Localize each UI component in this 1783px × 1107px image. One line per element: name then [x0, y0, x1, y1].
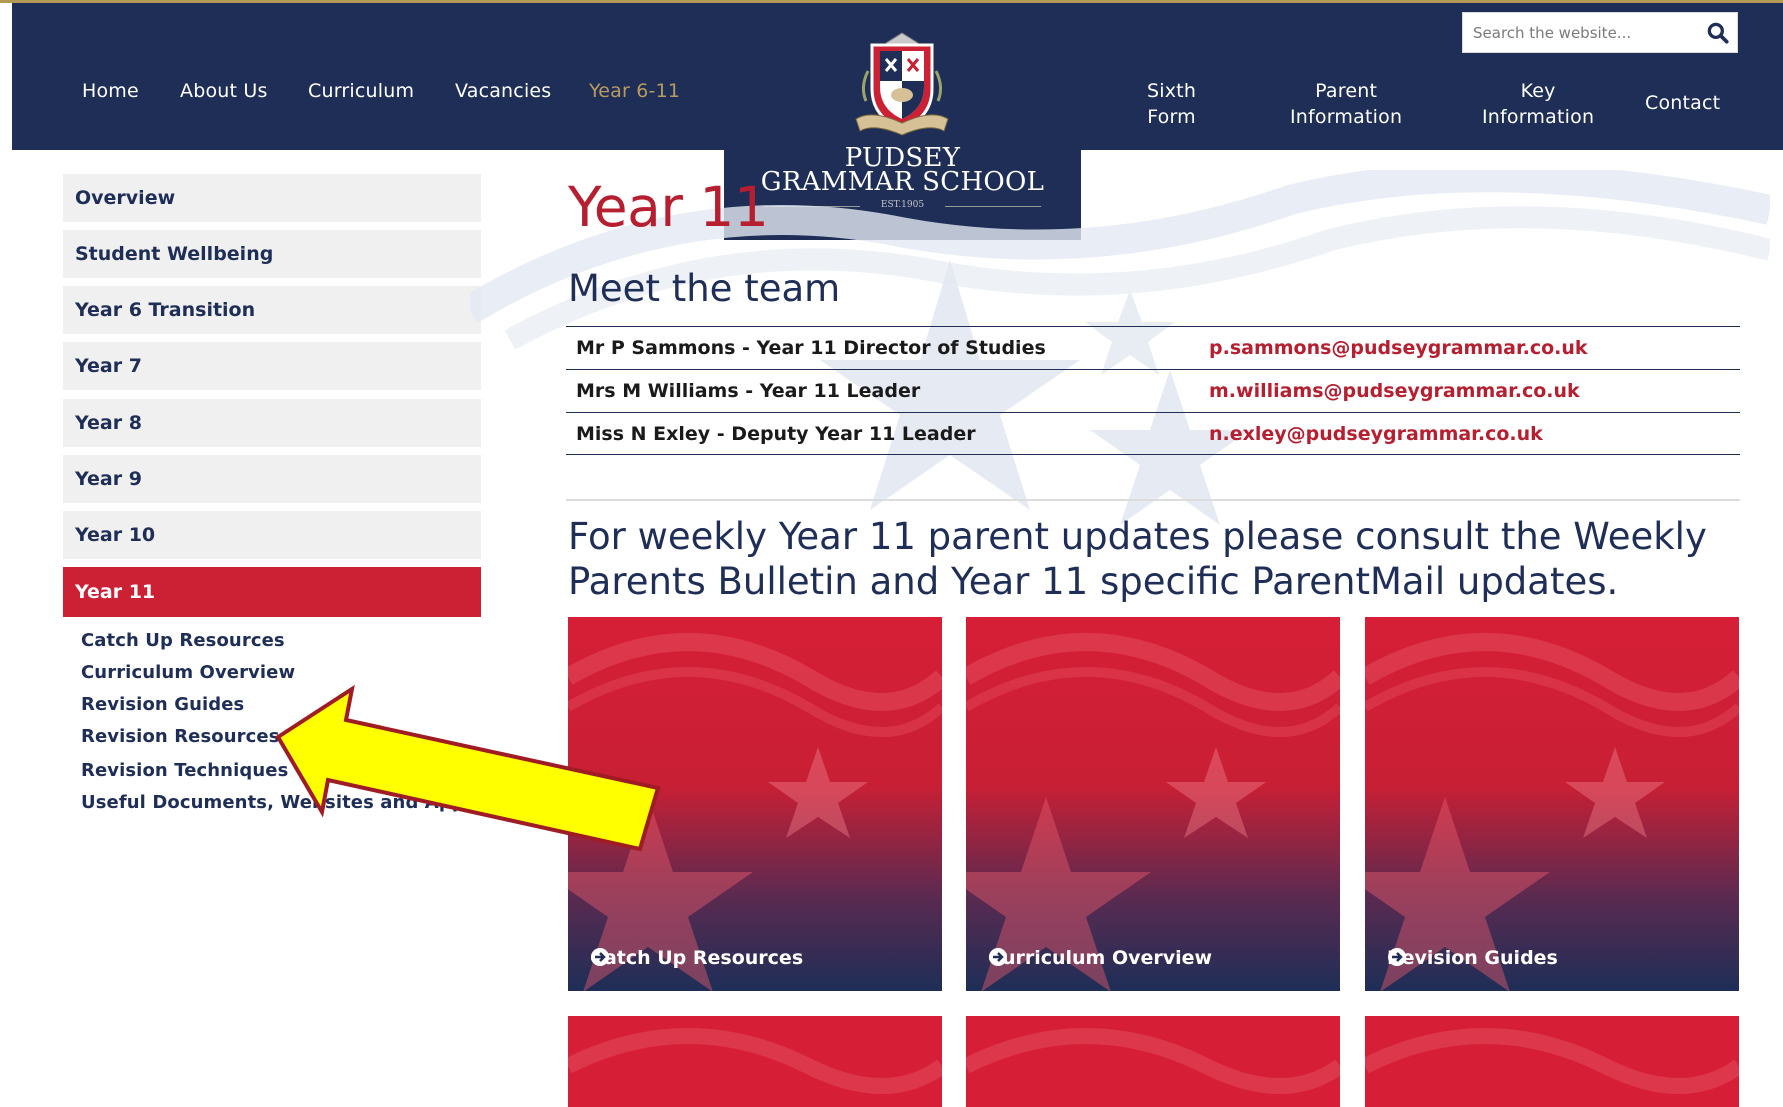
tile-label-text: Curriculum Overview — [988, 947, 1213, 969]
school-logo[interactable]: PUDSEY GRAMMAR SCHOOL EST.1905 — [724, 3, 1081, 240]
team-member-email-link[interactable]: p.sammons@pudseygrammar.co.uk — [1209, 337, 1588, 359]
tile-row2-3[interactable] — [1365, 1016, 1739, 1107]
sublink-revision-resources[interactable]: Revision Resources — [81, 726, 280, 747]
tile-label: Revision Guides — [1387, 947, 1558, 969]
sidebar-item-year-7[interactable]: Year 7 — [63, 342, 481, 390]
nav-key-information[interactable]: Key Information — [1482, 78, 1594, 130]
arrow-circle-right-icon — [989, 948, 1007, 966]
meet-the-team-heading: Meet the team — [568, 267, 841, 310]
tile-label-text: Catch Up Resources — [590, 947, 804, 969]
sublink-curriculum-overview[interactable]: Curriculum Overview — [81, 662, 295, 683]
tile-label-text: Revision Guides — [1387, 947, 1558, 969]
team-member-name: Mr P Sammons - Year 11 Director of Studi… — [576, 337, 1046, 359]
sidebar-item-overview[interactable]: Overview — [63, 174, 481, 222]
table-row: Mrs M Williams - Year 11 Leader m.willia… — [566, 369, 1740, 412]
tile-background — [966, 617, 1340, 991]
sublink-revision-techniques[interactable]: Revision Techniques — [81, 760, 288, 781]
arrow-circle-right-icon — [1388, 948, 1406, 966]
sidebar-item-year-8[interactable]: Year 8 — [63, 399, 481, 447]
arrow-circle-right-icon — [591, 948, 609, 966]
search-input[interactable] — [1473, 21, 1683, 45]
nav-parent-information-line1: Parent — [1315, 80, 1378, 102]
team-member-email-link[interactable]: n.exley@pudseygrammar.co.uk — [1209, 423, 1543, 445]
nav-sixth-form-line2: Form — [1147, 106, 1196, 128]
sublink-revision-guides[interactable]: Revision Guides — [81, 694, 244, 715]
sidebar-item-year-9[interactable]: Year 9 — [63, 455, 481, 503]
school-name-line2: GRAMMAR SCHOOL — [760, 167, 1045, 197]
page: { "header": { "nav_left": ["Home", "Abou… — [0, 0, 1783, 1107]
team-member-name: Mrs M Williams - Year 11 Leader — [576, 380, 921, 402]
tile-label: Catch Up Resources — [590, 947, 803, 969]
tile-background — [568, 1016, 942, 1107]
tile-background — [966, 1016, 1340, 1107]
nav-curriculum[interactable]: Curriculum — [308, 78, 414, 104]
crest-icon — [855, 32, 949, 136]
nav-key-information-line1: Key — [1520, 80, 1556, 102]
tile-revision-guides[interactable]: Revision Guides — [1365, 617, 1739, 991]
team-member-name: Miss N Exley - Deputy Year 11 Leader — [576, 423, 976, 445]
tile-catch-up-resources[interactable]: Catch Up Resources — [568, 617, 942, 991]
tile-background — [568, 617, 942, 991]
sidebar-item-student-wellbeing[interactable]: Student Wellbeing — [63, 230, 481, 278]
nav-year-6-11[interactable]: Year 6-11 — [589, 78, 680, 104]
nav-key-information-line2: Information — [1482, 106, 1595, 128]
team-member-email-link[interactable]: m.williams@pudseygrammar.co.uk — [1209, 380, 1580, 402]
sidebar-item-year-10[interactable]: Year 10 — [63, 511, 481, 559]
search-icon[interactable] — [1705, 20, 1731, 46]
est-divider-right — [945, 206, 1041, 207]
search-box — [1462, 12, 1738, 53]
nav-about-us[interactable]: About Us — [180, 78, 268, 104]
section-divider — [566, 499, 1740, 501]
tile-row2-1[interactable] — [568, 1016, 942, 1107]
tile-row2-2[interactable] — [966, 1016, 1340, 1107]
nav-home[interactable]: Home — [82, 78, 139, 104]
tile-curriculum-overview[interactable]: Curriculum Overview — [966, 617, 1340, 991]
page-title: Year 11 — [568, 175, 769, 239]
table-row: Mr P Sammons - Year 11 Director of Studi… — [566, 326, 1740, 369]
tile-label: Curriculum Overview — [988, 947, 1212, 969]
team-table: Mr P Sammons - Year 11 Director of Studi… — [566, 326, 1740, 455]
tile-background — [1365, 1016, 1739, 1107]
nav-parent-information-line2: Information — [1290, 106, 1403, 128]
parent-updates-text: For weekly Year 11 parent updates please… — [568, 515, 1707, 603]
nav-vacancies[interactable]: Vacancies — [455, 78, 551, 104]
table-row: Miss N Exley - Deputy Year 11 Leader n.e… — [566, 412, 1740, 455]
nav-sixth-form[interactable]: Sixth Form — [1147, 78, 1196, 130]
nav-contact[interactable]: Contact — [1645, 90, 1720, 116]
nav-sixth-form-line1: Sixth — [1147, 80, 1197, 102]
nav-parent-information[interactable]: Parent Information — [1290, 78, 1402, 130]
sidebar-item-year-6-transition[interactable]: Year 6 Transition — [63, 286, 481, 334]
sidebar-item-year-11[interactable]: Year 11 — [63, 567, 481, 617]
tile-background — [1365, 617, 1739, 991]
sublink-catch-up-resources[interactable]: Catch Up Resources — [81, 630, 285, 651]
sublink-useful-documents[interactable]: Useful Documents, Websites and Apps — [81, 792, 476, 813]
est-label: EST.1905 — [880, 200, 925, 210]
